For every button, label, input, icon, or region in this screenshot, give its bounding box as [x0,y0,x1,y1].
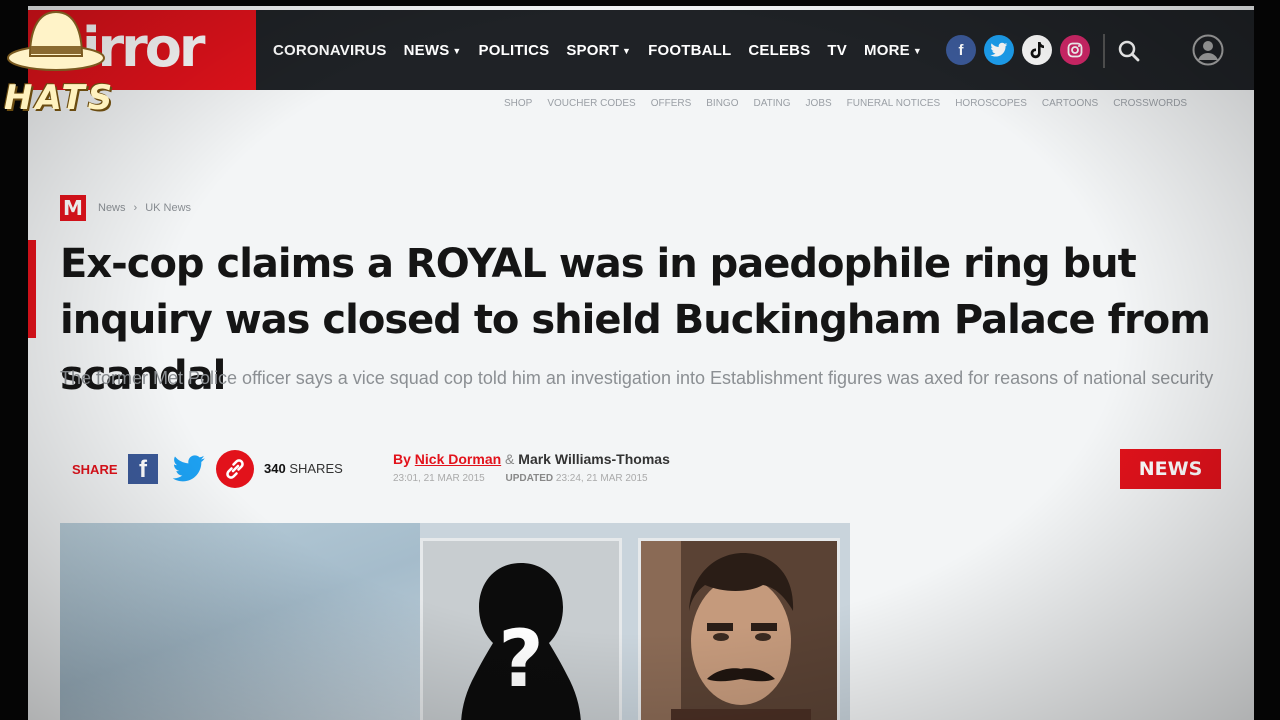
instagram-icon[interactable] [1060,35,1090,65]
account-icon[interactable] [1192,34,1224,66]
share-count: 340 SHARES [264,461,343,476]
site-header: irror CORONAVIRUS NEWS ▼ POLITICS SPORT ▼ … [28,10,1254,90]
header-divider [1103,34,1105,68]
breadcrumb-news[interactable]: News [98,202,126,214]
headline-accent-bar [28,240,36,338]
main-nav: CORONAVIRUS NEWS ▼ POLITICS SPORT ▼ FOOTBA… [273,10,939,90]
updated-date: 23:24, 21 MAR 2015 [555,473,648,484]
article-standfirst: The former Met Police officer says a vic… [60,368,1214,388]
hero-sky-image [60,523,420,720]
browser-screen: irror CORONAVIRUS NEWS ▼ POLITICS SPORT ▼ … [28,6,1254,720]
hats-watermark-text: HATS [4,78,116,118]
byline: By Nick Dorman & Mark Williams-Thomas [393,451,670,467]
nav-item-coronavirus[interactable]: CORONAVIRUS [273,42,387,59]
search-icon[interactable] [1114,36,1144,66]
subnav-item-offers[interactable]: OFFERS [651,98,692,109]
subnav-item-funeral-notices[interactable]: FUNERAL NOTICES [847,98,941,109]
subnav-item-shop[interactable]: SHOP [504,98,532,109]
nav-item-tv[interactable]: TV [827,42,847,59]
nav-item-sport[interactable]: SPORT ▼ [566,42,631,59]
article-hero-image: ? [60,523,850,720]
mirror-m-logo[interactable]: M [60,195,86,221]
tiktok-icon[interactable] [1022,35,1052,65]
subnav-item-voucher-codes[interactable]: VOUCHER CODES [547,98,635,109]
facebook-icon[interactable]: f [946,35,976,65]
subnav-item-horoscopes[interactable]: HOROSCOPES [955,98,1027,109]
chevron-down-icon: ▼ [622,45,632,56]
mystery-silhouette-image: ? [420,538,622,720]
share-facebook-icon[interactable]: f [128,454,158,484]
share-link-icon[interactable] [216,450,254,488]
subnav-item-cartoons[interactable]: CARTOONS [1042,98,1098,109]
section-badge[interactable]: NEWS [1120,449,1221,489]
breadcrumb-uk-news[interactable]: UK News [145,202,191,214]
nav-item-news[interactable]: NEWS ▼ [404,42,462,59]
nav-item-politics[interactable]: POLITICS [479,42,550,59]
hats-watermark: HATS [0,0,118,118]
breadcrumb: News › UK News [98,202,191,214]
subnav-item-crosswords[interactable]: CROSSWORDS [1113,98,1187,109]
author-link-nick-dorman[interactable]: Nick Dorman [415,451,501,467]
subnav-item-jobs[interactable]: JOBS [806,98,832,109]
chevron-right-icon: › [133,202,138,214]
chevron-down-icon: ▼ [452,45,462,56]
nav-item-football[interactable]: FOOTBALL [648,42,731,59]
nav-item-celebs[interactable]: CELEBS [748,42,810,59]
share-label: SHARE [72,462,118,477]
updated-label: UPDATED [505,473,554,484]
svg-text:?: ? [498,615,543,705]
article-dates: 23:01, 21 MAR 2015 UPDATED 23:24, 21 MAR… [393,473,648,484]
share-twitter-icon[interactable] [172,454,206,484]
subnav-item-dating[interactable]: DATING [754,98,791,109]
published-date: 23:01, 21 MAR 2015 [393,473,485,484]
chevron-down-icon: ▼ [912,45,922,56]
nav-item-more[interactable]: MORE ▼ [864,42,922,59]
author-mark-williams-thomas[interactable]: Mark Williams-Thomas [518,451,670,467]
hat-icon [7,10,105,71]
twitter-icon[interactable] [984,35,1014,65]
sub-nav: SHOP VOUCHER CODES OFFERS BINGO DATING J… [504,98,1202,109]
man-portrait-photo [638,538,840,720]
subnav-item-bingo[interactable]: BINGO [706,98,738,109]
